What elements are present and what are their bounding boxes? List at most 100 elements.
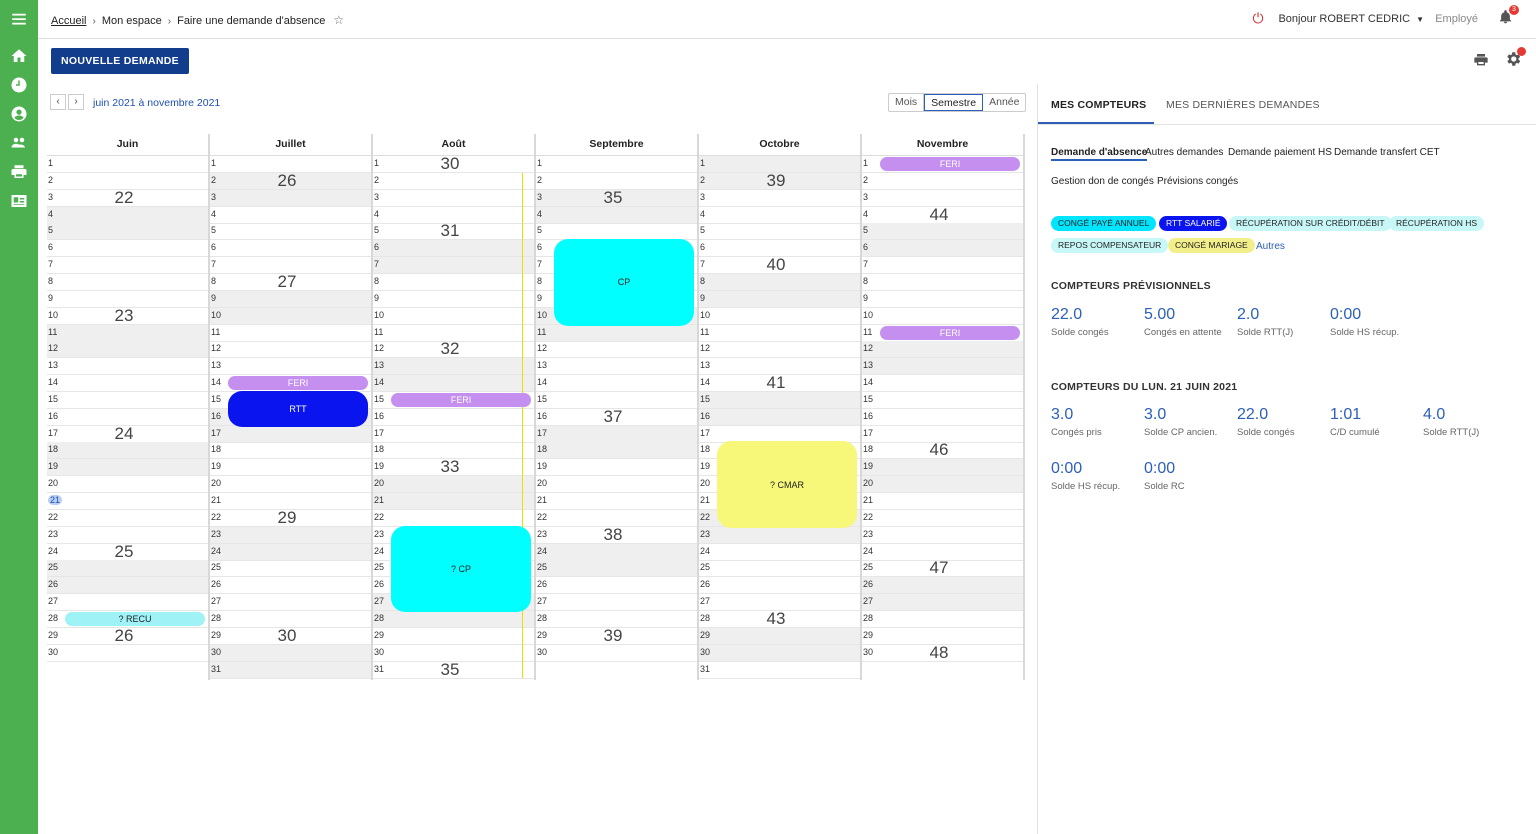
day-cell[interactable]: 14 — [373, 375, 534, 393]
day-cell[interactable]: 30 — [210, 644, 371, 662]
notification-button[interactable]: 3 — [1498, 5, 1519, 27]
day-cell[interactable]: 25 — [536, 560, 697, 578]
breadcrumb-space[interactable]: Mon espace — [102, 15, 162, 27]
day-cell[interactable]: 24 — [536, 543, 697, 561]
day-cell[interactable]: 18 — [536, 442, 697, 460]
day-cell[interactable]: 6 — [47, 240, 208, 258]
day-cell[interactable]: 17 — [699, 426, 860, 443]
day-cell[interactable]: 8 — [373, 274, 534, 291]
subtab-leave-forecast[interactable]: Prévisions congés — [1157, 176, 1238, 187]
star-icon[interactable]: ☆ — [333, 13, 344, 27]
day-cell[interactable]: 10 — [699, 308, 860, 325]
day-cell[interactable]: 12 — [47, 341, 208, 359]
breadcrumb-home[interactable]: Accueil — [51, 15, 86, 27]
day-cell[interactable]: 11 — [210, 325, 371, 342]
day-cell[interactable]: 18 — [47, 442, 208, 460]
day-cell[interactable]: 14 — [47, 375, 208, 393]
day-cell[interactable]: 19 — [862, 459, 1023, 477]
absence-event[interactable]: ? CMAR — [717, 441, 857, 528]
day-cell[interactable]: 19 — [47, 459, 208, 477]
absence-event[interactable]: FERI — [880, 325, 1020, 340]
menu-icon[interactable] — [7, 8, 31, 30]
day-cell[interactable]: 13 — [862, 358, 1023, 376]
day-cell[interactable]: 3 — [373, 190, 534, 207]
day-cell[interactable]: 6 — [862, 240, 1023, 258]
legend-chip[interactable]: RÉCUPÉRATION SUR CRÉDIT/DÉBIT — [1229, 216, 1392, 231]
day-cell[interactable]: 29 — [699, 627, 860, 645]
day-cell[interactable]: 9 — [699, 290, 860, 308]
day-cell[interactable]: 26 — [210, 577, 371, 595]
subtab-other-requests[interactable]: Autres demandes — [1145, 147, 1223, 158]
day-cell[interactable]: 26 — [47, 577, 208, 595]
day-cell[interactable]: 9 — [862, 291, 1023, 308]
user-menu[interactable]: ⏻ Bonjour ROBERT CEDRIC ▼ — [1252, 10, 1424, 26]
user-icon[interactable] — [7, 103, 31, 125]
day-cell[interactable]: 31 — [699, 662, 860, 679]
day-cell[interactable]: 20 — [373, 476, 534, 494]
day-cell[interactable]: 17 — [373, 426, 534, 443]
day-cell[interactable]: 5 — [47, 223, 208, 241]
day-cell[interactable]: 5 — [699, 223, 860, 241]
day-cell[interactable]: 25 — [47, 560, 208, 578]
day-cell[interactable]: 28 — [862, 611, 1023, 628]
day-cell[interactable]: 2 — [862, 173, 1023, 190]
prev-period-button[interactable]: ‹ — [50, 94, 66, 110]
id-card-icon[interactable] — [7, 190, 31, 212]
day-cell[interactable]: 23 — [862, 527, 1023, 544]
day-cell[interactable]: 8 — [47, 274, 208, 291]
day-cell[interactable]: 4 — [47, 206, 208, 224]
day-cell[interactable]: 15 — [47, 392, 208, 409]
day-cell[interactable]: 6 — [373, 240, 534, 258]
day-cell[interactable]: 26 — [862, 577, 1023, 595]
more-types-link[interactable]: Autres — [1256, 241, 1285, 252]
day-cell[interactable]: 27 — [47, 594, 208, 612]
day-cell[interactable]: 5 — [536, 223, 697, 241]
absence-event[interactable]: CP — [554, 239, 694, 326]
day-cell[interactable]: 6 — [210, 240, 371, 258]
view-semester[interactable]: Semestre — [924, 94, 984, 111]
day-cell[interactable]: 24 — [210, 543, 371, 561]
day-cell[interactable]: 11 — [47, 324, 208, 342]
day-cell[interactable]: 19 — [210, 459, 371, 477]
tab-last-requests[interactable]: MES DERNIÈRES DEMANDES — [1166, 99, 1320, 111]
power-icon[interactable]: ⏻ — [1252, 10, 1263, 27]
legend-chip[interactable]: RTT SALARIÉ — [1159, 216, 1228, 231]
day-cell[interactable]: 16 — [373, 409, 534, 426]
absence-event[interactable]: ? CP — [391, 525, 531, 612]
day-cell[interactable]: 21 — [862, 493, 1023, 510]
day-cell[interactable]: 4 — [536, 206, 697, 224]
day-cell[interactable]: 29 — [373, 628, 534, 645]
day-cell[interactable]: 16 — [699, 408, 860, 426]
day-cell[interactable]: 9 — [373, 291, 534, 308]
legend-chip[interactable]: RÉCUPÉRATION HS — [1389, 216, 1485, 231]
absence-event[interactable]: FERI — [880, 157, 1020, 171]
day-cell[interactable]: 13 — [47, 358, 208, 376]
home-icon[interactable] — [7, 45, 31, 67]
day-cell[interactable]: 30 — [536, 645, 697, 662]
day-cell[interactable]: 22 — [373, 510, 534, 527]
view-month[interactable]: Mois — [889, 94, 925, 111]
day-cell[interactable]: 8 — [862, 274, 1023, 291]
day-cell[interactable]: 7 — [862, 257, 1023, 275]
day-cell[interactable]: 21 — [536, 493, 697, 510]
day-cell[interactable]: 12 — [862, 341, 1023, 359]
day-cell[interactable]: 12 — [699, 341, 860, 359]
day-cell[interactable]: 9 — [210, 290, 371, 308]
legend-chip[interactable]: CONGÉ MARIAGE — [1168, 238, 1255, 253]
day-cell[interactable]: 15 — [862, 392, 1023, 409]
day-cell[interactable]: 2 — [373, 173, 534, 190]
day-cell[interactable]: 3 — [210, 189, 371, 207]
day-cell[interactable]: 27 — [536, 594, 697, 612]
day-cell[interactable]: 13 — [210, 358, 371, 376]
day-cell[interactable]: 30 — [47, 645, 208, 662]
day-cell[interactable]: 23 — [699, 526, 860, 544]
day-cell[interactable]: 20 — [862, 476, 1023, 494]
day-cell[interactable]: 19 — [536, 459, 697, 477]
day-cell[interactable]: 12 — [210, 341, 371, 359]
day-cell[interactable]: 7 — [47, 257, 208, 275]
absence-event[interactable]: RTT — [228, 390, 368, 427]
day-cell[interactable]: 21 — [373, 493, 534, 510]
day-cell[interactable]: 5 — [210, 223, 371, 241]
day-cell[interactable]: 21 — [47, 493, 208, 510]
day-cell[interactable]: 1 — [536, 156, 697, 173]
